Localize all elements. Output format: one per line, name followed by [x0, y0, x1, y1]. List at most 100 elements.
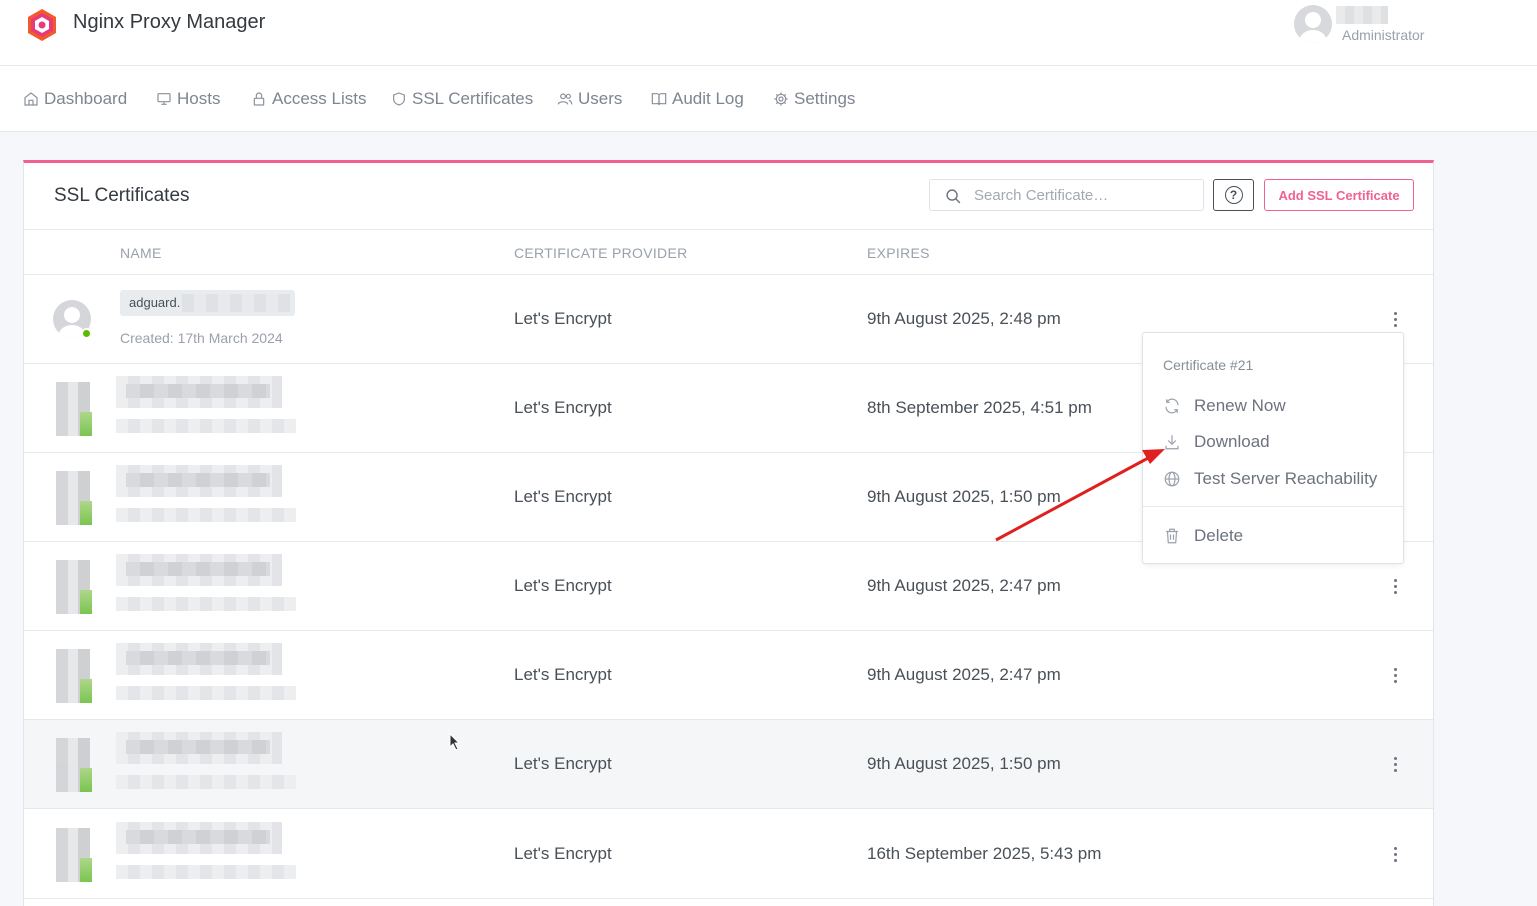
user-avatar[interactable] [1294, 5, 1332, 43]
nav-label: Audit Log [672, 89, 744, 108]
nav-label: Access Lists [272, 89, 367, 108]
expires-cell: 9th August 2025, 2:47 pm [867, 576, 1061, 595]
domain-tag[interactable]: adguard. [120, 290, 295, 316]
app-title[interactable]: Nginx Proxy Manager [73, 11, 265, 34]
app-logo[interactable] [24, 7, 60, 43]
provider-cell: Let's Encrypt [514, 665, 612, 684]
certificate-actions-menu: Certificate #21 Renew Now Download Test … [1142, 332, 1404, 564]
provider-cell: Let's Encrypt [514, 576, 612, 595]
domain-redacted [116, 643, 282, 675]
search-input[interactable] [974, 184, 1194, 206]
owner-avatar-redacted [46, 471, 96, 525]
gear-icon [774, 92, 788, 106]
owner-avatar-redacted [46, 560, 96, 614]
menu-header: Certificate #21 [1163, 357, 1254, 373]
row-menu-button[interactable] [1387, 576, 1403, 596]
created-redacted [116, 597, 296, 611]
menu-item-test-server-reachability[interactable]: Test Server Reachability [1143, 463, 1403, 495]
nav-label: Dashboard [44, 89, 128, 108]
nav-hosts[interactable]: Hosts [156, 88, 220, 110]
created-redacted [116, 686, 296, 700]
search-box[interactable] [929, 179, 1204, 211]
user-role: Administrator [1342, 27, 1425, 43]
expires-cell: 8th September 2025, 4:51 pm [867, 398, 1092, 417]
nav-label: SSL Certificates [412, 89, 534, 108]
nav-settings[interactable]: Settings [773, 88, 855, 110]
row-menu-button[interactable] [1387, 665, 1403, 685]
shield-icon [393, 92, 405, 106]
trash-icon [1166, 528, 1178, 544]
domain-redacted [116, 465, 282, 497]
menu-item-label: Test Server Reachability [1194, 469, 1378, 488]
nav-label: Settings [794, 89, 856, 108]
search-icon [946, 189, 961, 204]
users-icon [557, 93, 573, 105]
menu-item-label: Renew Now [1194, 396, 1286, 415]
nav-label: Users [578, 89, 623, 108]
created-redacted [116, 865, 296, 879]
user-name-redacted [1336, 6, 1388, 24]
domain-redacted [116, 822, 282, 854]
owner-avatar-redacted [46, 828, 96, 882]
download-icon [1165, 435, 1179, 450]
menu-item-download[interactable]: Download [1143, 426, 1403, 458]
header-name[interactable]: NAME [120, 245, 162, 261]
help-icon: ? [1224, 186, 1243, 204]
nav-dashboard[interactable]: Dashboard [23, 88, 127, 110]
status-online-dot [81, 328, 92, 339]
expires-cell: 9th August 2025, 2:48 pm [867, 309, 1061, 328]
expires-cell: 9th August 2025, 1:50 pm [867, 754, 1061, 773]
domain-redacted [116, 376, 282, 408]
owner-avatar-redacted [46, 738, 96, 792]
main-nav: Dashboard Hosts Access Lists SSL Certifi… [0, 66, 1537, 132]
created-redacted [116, 775, 296, 789]
nav-audit-log[interactable]: Audit Log [651, 88, 744, 110]
mouse-cursor-icon [449, 733, 461, 751]
provider-cell: Let's Encrypt [514, 487, 612, 506]
menu-item-label: Download [1194, 432, 1270, 451]
nav-label: Hosts [177, 89, 221, 108]
book-icon [651, 93, 667, 106]
expires-cell: 9th August 2025, 2:47 pm [867, 665, 1061, 684]
row-menu-button[interactable] [1387, 754, 1403, 774]
add-ssl-certificate-button[interactable]: Add SSL Certificate [1264, 179, 1414, 211]
globe-icon [1164, 471, 1180, 487]
table-row[interactable]: Let's Encrypt 9th August 2025, 2:47 pm [24, 631, 1433, 720]
expires-cell: 16th September 2025, 5:43 pm [867, 844, 1102, 863]
row-menu-button[interactable] [1387, 309, 1403, 329]
header-expires[interactable]: EXPIRES [867, 245, 930, 261]
provider-cell: Let's Encrypt [514, 754, 612, 773]
created-redacted [116, 508, 296, 522]
nav-users[interactable]: Users [557, 88, 622, 110]
home-icon [24, 92, 38, 106]
menu-divider [1143, 506, 1403, 507]
header-provider[interactable]: CERTIFICATE PROVIDER [514, 245, 688, 261]
top-header: Nginx Proxy Manager Administrator [0, 0, 1537, 66]
lock-icon [253, 92, 265, 106]
help-button[interactable]: ? [1213, 179, 1254, 211]
domain-name: adguard. [129, 295, 181, 310]
domain-redacted [116, 732, 282, 764]
expires-cell: 9th August 2025, 1:50 pm [867, 487, 1061, 506]
refresh-icon [1165, 398, 1179, 414]
created-redacted [116, 419, 296, 433]
row-menu-button[interactable] [1387, 844, 1403, 864]
card-title: SSL Certificates [54, 185, 190, 206]
domain-redacted [116, 554, 282, 586]
provider-cell: Let's Encrypt [514, 309, 612, 328]
nav-access-lists[interactable]: Access Lists [251, 88, 366, 110]
owner-avatar-redacted [46, 649, 96, 703]
table-row[interactable]: Let's Encrypt 16th September 2025, 5:43 … [24, 810, 1433, 899]
nav-ssl-certificates[interactable]: SSL Certificates [391, 88, 533, 110]
monitor-icon [157, 93, 171, 105]
domain-redacted [182, 294, 290, 312]
provider-cell: Let's Encrypt [514, 398, 612, 417]
menu-item-label: Delete [1194, 526, 1244, 545]
owner-avatar-redacted [46, 382, 96, 436]
provider-cell: Let's Encrypt [514, 844, 612, 863]
created-date: Created: 17th March 2024 [120, 330, 283, 346]
menu-item-renew-now[interactable]: Renew Now [1143, 390, 1403, 422]
menu-item-delete[interactable]: Delete [1143, 520, 1403, 552]
table-row[interactable]: Let's Encrypt 9th August 2025, 1:50 pm [24, 720, 1433, 809]
table-header: NAME CERTIFICATE PROVIDER EXPIRES [24, 229, 1433, 275]
